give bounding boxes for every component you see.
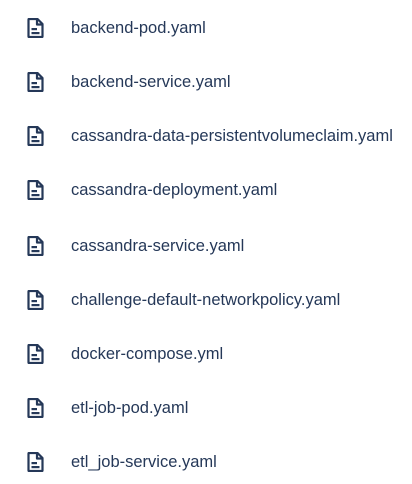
file-text-icon [27, 344, 44, 364]
file-text-icon [27, 452, 44, 472]
file-item[interactable]: etl-job-pod.yaml [0, 390, 412, 430]
file-name: challenge-default-networkpolicy.yaml [71, 291, 341, 309]
file-name: docker-compose.yml [71, 345, 224, 363]
file-name: etl_job-service.yaml [71, 453, 217, 471]
file-text-icon [27, 72, 44, 92]
file-text-icon [27, 180, 44, 200]
file-name: cassandra-deployment.yaml [71, 181, 278, 199]
file-text-icon [27, 126, 44, 146]
file-text-icon [27, 18, 44, 38]
file-name: cassandra-data-persistentvolumeclaim.yam… [71, 127, 393, 145]
file-name: backend-pod.yaml [71, 19, 206, 37]
file-item[interactable]: docker-compose.yml [0, 336, 412, 376]
file-item[interactable]: cassandra-data-persistentvolumeclaim.yam… [0, 118, 412, 158]
file-item[interactable]: etl_job-service.yaml [0, 444, 412, 484]
file-text-icon [27, 236, 44, 256]
file-item[interactable]: challenge-default-networkpolicy.yaml [0, 282, 412, 322]
file-item[interactable]: backend-pod.yaml [0, 10, 412, 50]
file-text-icon [27, 398, 44, 418]
file-name: etl-job-pod.yaml [71, 399, 189, 417]
file-name: cassandra-service.yaml [71, 237, 245, 255]
file-text-icon [27, 290, 44, 310]
file-item[interactable]: cassandra-service.yaml [0, 228, 412, 268]
file-item[interactable]: backend-service.yaml [0, 64, 412, 104]
file-name: backend-service.yaml [71, 73, 231, 91]
file-item[interactable]: cassandra-deployment.yaml [0, 172, 412, 212]
